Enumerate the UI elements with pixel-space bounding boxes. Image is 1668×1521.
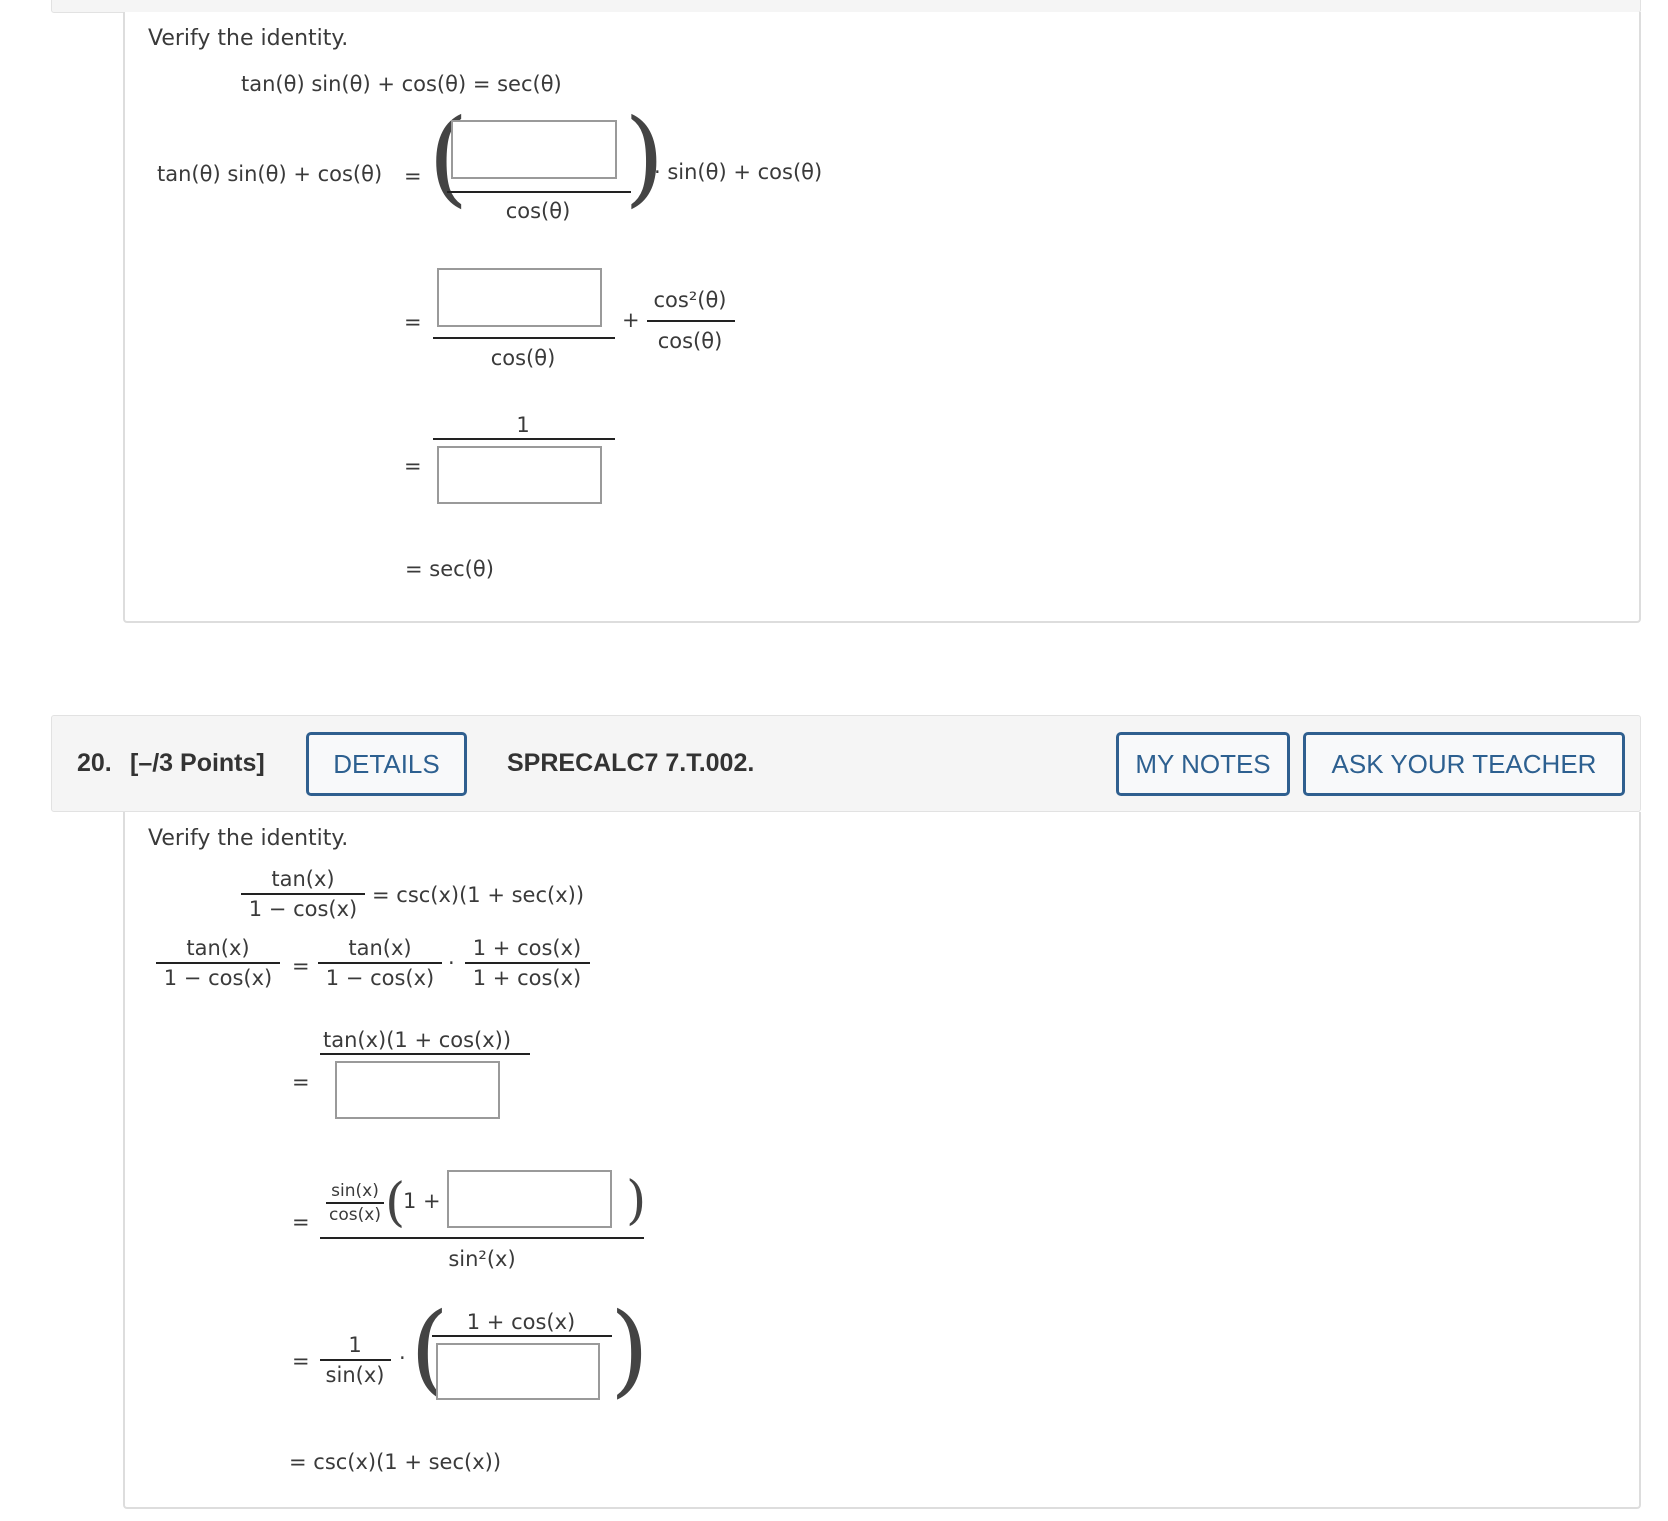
p20-row1-f1-num: tan(x) bbox=[348, 936, 412, 960]
fraction-bar bbox=[241, 893, 365, 895]
fraction-bar bbox=[432, 1335, 612, 1337]
fraction-bar bbox=[320, 1053, 530, 1055]
p19-identity: tan(θ) sin(θ) + cos(θ) = sec(θ) bbox=[241, 72, 562, 96]
p20-identity-num: tan(x) bbox=[271, 867, 335, 891]
p20-row4-dot: · bbox=[399, 1346, 406, 1370]
p19-row3-eq: = bbox=[404, 454, 422, 478]
fraction-bar bbox=[433, 438, 615, 440]
right-paren: ) bbox=[624, 96, 665, 218]
p20-row3-one-plus: 1 + bbox=[403, 1189, 441, 1213]
p19-row2-frac-den: cos(θ) bbox=[657, 329, 723, 353]
p20-row3-input[interactable] bbox=[447, 1170, 612, 1228]
p19-row1-numerator-input[interactable] bbox=[451, 120, 617, 179]
my-notes-button[interactable]: MY NOTES bbox=[1116, 732, 1290, 796]
p19-row4-result: = sec(θ) bbox=[405, 557, 494, 581]
p20-row4-denominator-input[interactable] bbox=[436, 1343, 600, 1400]
p20-row1-f1-den: 1 − cos(x) bbox=[325, 966, 435, 990]
p20-row4-f-num: 1 bbox=[348, 1333, 362, 1357]
fraction-bar bbox=[465, 962, 590, 964]
right-paren: ) bbox=[626, 1171, 647, 1231]
p20-row3-denominator: sin²(x) bbox=[448, 1247, 516, 1271]
p20-identity-rhs: = csc(x)(1 + sec(x)) bbox=[372, 883, 585, 907]
p20-row3-small-den: cos(x) bbox=[329, 1205, 381, 1225]
p20-row3-eq: = bbox=[292, 1210, 310, 1234]
p20-row5-result: = csc(x)(1 + sec(x)) bbox=[289, 1450, 502, 1474]
p19-instruction: Verify the identity. bbox=[148, 26, 349, 51]
p19-row3-denominator-input[interactable] bbox=[437, 446, 602, 504]
p19-row2-denominator: cos(θ) bbox=[490, 346, 556, 370]
problem-number: 20. bbox=[77, 749, 112, 777]
fraction-bar bbox=[318, 962, 442, 964]
p20-row4-inner-num: 1 + cos(x) bbox=[466, 1310, 576, 1334]
p19-row2-frac-num: cos²(θ) bbox=[653, 288, 727, 312]
p20-row1-lhs-num: tan(x) bbox=[186, 936, 250, 960]
p19-row2-numerator-input[interactable] bbox=[437, 268, 602, 327]
fraction-bar bbox=[447, 191, 631, 193]
p20-row1-lhs-den: 1 − cos(x) bbox=[163, 966, 273, 990]
p20-row1-eq: = bbox=[292, 954, 310, 978]
p19-row3-numerator: 1 bbox=[516, 413, 530, 437]
problem-id: SPRECALC7 7.T.002. bbox=[507, 749, 755, 777]
p20-row2-denominator-input[interactable] bbox=[335, 1061, 500, 1119]
p19-row1-after: · sin(θ) + cos(θ) bbox=[654, 160, 823, 184]
right-paren: ) bbox=[610, 1291, 650, 1408]
p19-row2-eq: = bbox=[404, 310, 422, 334]
problem-19-body bbox=[123, 12, 1641, 623]
ask-your-teacher-button[interactable]: ASK YOUR TEACHER bbox=[1303, 732, 1625, 796]
fraction-bar bbox=[647, 320, 735, 322]
p19-row1-lhs: tan(θ) sin(θ) + cos(θ) bbox=[157, 162, 383, 186]
p20-row1-f2-den: 1 + cos(x) bbox=[472, 966, 582, 990]
points-label: [–/3 Points] bbox=[130, 749, 265, 777]
p20-row4-f-den: sin(x) bbox=[325, 1363, 385, 1387]
fraction-bar bbox=[326, 1202, 384, 1204]
details-button[interactable]: DETAILS bbox=[306, 732, 467, 796]
p20-row1-dot: · bbox=[448, 951, 455, 975]
p20-instruction: Verify the identity. bbox=[148, 826, 349, 851]
fraction-bar bbox=[433, 337, 615, 339]
p19-row2-plus: + bbox=[622, 308, 640, 332]
fraction-bar bbox=[320, 1359, 391, 1361]
p20-row1-f2-num: 1 + cos(x) bbox=[472, 936, 582, 960]
p20-row2-eq: = bbox=[292, 1070, 310, 1094]
p20-row4-eq: = bbox=[292, 1349, 310, 1373]
fraction-bar bbox=[320, 1237, 644, 1239]
fraction-bar bbox=[156, 962, 280, 964]
p19-row1-eq: = bbox=[404, 164, 422, 188]
p20-row3-small-num: sin(x) bbox=[331, 1181, 379, 1201]
p19-row1-denominator: cos(θ) bbox=[505, 199, 571, 223]
p20-identity-den: 1 − cos(x) bbox=[248, 897, 358, 921]
p20-row2-numerator: tan(x)(1 + cos(x)) bbox=[323, 1028, 512, 1052]
